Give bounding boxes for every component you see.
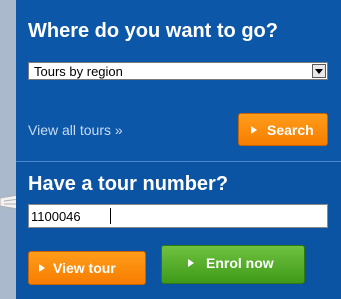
- enrol-now-button[interactable]: Enrol now: [161, 245, 305, 284]
- search-button-label: Search: [267, 121, 314, 138]
- arrow-right-icon: [188, 258, 194, 267]
- view-tour-button-label: View tour: [53, 260, 116, 276]
- view-tour-button[interactable]: View tour: [28, 251, 146, 285]
- tour-finder-widget: Where do you want to go? Tours by region…: [16, 0, 341, 299]
- tour-number-value: 1100046: [31, 209, 81, 224]
- view-all-tours-link[interactable]: View all tours »: [28, 122, 123, 138]
- enrol-now-button-label: Enrol now: [206, 254, 274, 271]
- region-select-value: Tours by region: [34, 64, 123, 79]
- arrow-right-icon: [251, 125, 257, 134]
- search-button[interactable]: Search: [238, 113, 328, 146]
- text-caret: [110, 208, 111, 224]
- region-select[interactable]: Tours by region: [28, 62, 328, 80]
- arrow-right-icon: [39, 264, 45, 272]
- tour-number-input[interactable]: 1100046: [28, 204, 328, 228]
- chevron-down-icon[interactable]: [312, 64, 326, 78]
- search-section: Where do you want to go? Tours by region…: [16, 0, 341, 161]
- search-heading: Where do you want to go?: [28, 20, 278, 42]
- tour-number-heading: Have a tour number?: [28, 173, 229, 195]
